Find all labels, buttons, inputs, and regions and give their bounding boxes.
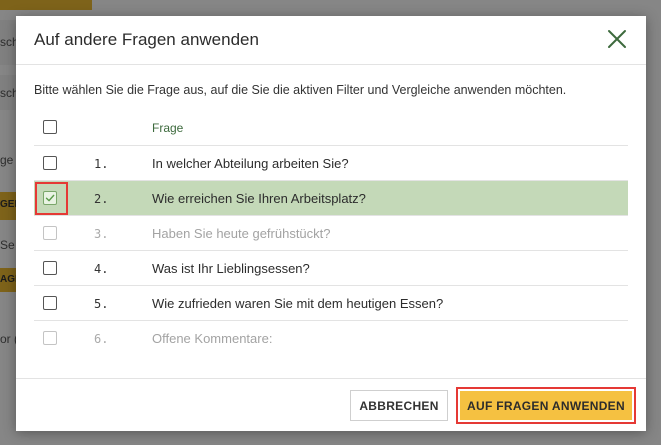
table-header-row: Frage bbox=[34, 110, 628, 146]
question-checkbox[interactable] bbox=[43, 261, 57, 275]
apply-to-questions-dialog: Auf andere Fragen anwenden Bitte wählen … bbox=[16, 16, 646, 431]
select-all-checkbox[interactable] bbox=[43, 120, 57, 134]
table-row[interactable]: 2. Wie erreichen Sie Ihren Arbeitsplatz? bbox=[34, 181, 628, 216]
question-table: Frage 1. In welcher Abteilung arbeiten S… bbox=[34, 110, 628, 356]
dialog-instructions: Bitte wählen Sie die Frage aus, auf die … bbox=[34, 83, 567, 97]
dialog-title: Auf andere Fragen anwenden bbox=[34, 30, 259, 49]
question-text: Haben Sie heute gefrühstückt? bbox=[152, 226, 331, 241]
close-button[interactable] bbox=[604, 26, 630, 52]
question-number: 4. bbox=[94, 262, 109, 276]
checkmark-icon bbox=[45, 194, 55, 202]
question-number: 1. bbox=[94, 157, 109, 171]
question-checkbox[interactable] bbox=[43, 191, 57, 205]
question-text: Offene Kommentare: bbox=[152, 331, 273, 346]
column-header-question: Frage bbox=[152, 121, 184, 135]
table-row[interactable]: 5. Wie zufrieden waren Sie mit dem heuti… bbox=[34, 286, 628, 321]
question-checkbox bbox=[43, 331, 57, 345]
apply-button-highlight: AUF FRAGEN ANWENDEN bbox=[456, 387, 636, 424]
question-text: Was ist Ihr Lieblingsessen? bbox=[152, 261, 310, 276]
table-row[interactable]: 4. Was ist Ihr Lieblingsessen? bbox=[34, 251, 628, 286]
question-number: 2. bbox=[94, 192, 109, 206]
close-icon bbox=[608, 30, 626, 48]
cancel-button[interactable]: ABBRECHEN bbox=[350, 390, 448, 421]
question-text: Wie erreichen Sie Ihren Arbeitsplatz? bbox=[152, 191, 366, 206]
question-checkbox[interactable] bbox=[43, 296, 57, 310]
question-checkbox[interactable] bbox=[43, 156, 57, 170]
question-number: 6. bbox=[94, 332, 109, 346]
question-text: In welcher Abteilung arbeiten Sie? bbox=[152, 156, 349, 171]
question-checkbox bbox=[43, 226, 57, 240]
table-row: 3. Haben Sie heute gefrühstückt? bbox=[34, 216, 628, 251]
question-number: 5. bbox=[94, 297, 109, 311]
dialog-footer: ABBRECHEN AUF FRAGEN ANWENDEN bbox=[16, 378, 646, 432]
dialog-header: Auf andere Fragen anwenden bbox=[16, 16, 646, 65]
table-row: 6. Offene Kommentare: bbox=[34, 321, 628, 356]
question-text: Wie zufrieden waren Sie mit dem heutigen… bbox=[152, 296, 444, 311]
apply-to-questions-button[interactable]: AUF FRAGEN ANWENDEN bbox=[460, 391, 632, 420]
table-row[interactable]: 1. In welcher Abteilung arbeiten Sie? bbox=[34, 146, 628, 181]
question-number: 3. bbox=[94, 227, 109, 241]
